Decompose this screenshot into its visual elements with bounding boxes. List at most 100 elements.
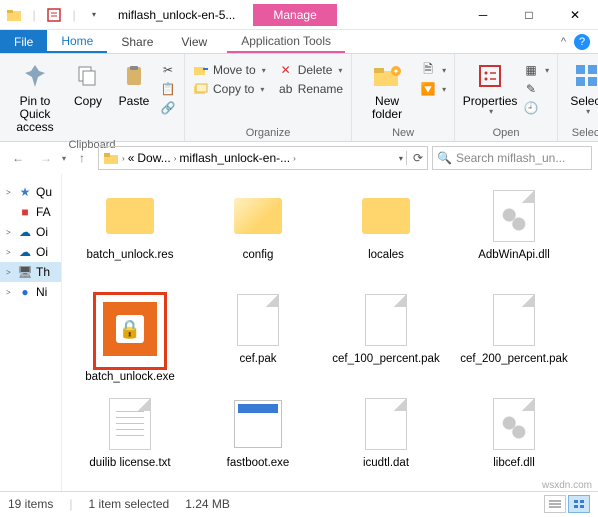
- breadcrumb[interactable]: › « Dow... › miflash_unlock-en-... › ▾ ⟳: [98, 146, 428, 170]
- sidebar-item-icon: 🖥: [18, 265, 32, 279]
- sidebar-item[interactable]: > 🖥 Th: [0, 262, 61, 282]
- history-icon: 🕘: [523, 100, 539, 116]
- file-thumbnail-icon: [358, 188, 414, 244]
- file-item[interactable]: AdbWinApi.dll: [450, 184, 578, 284]
- search-input[interactable]: 🔍 Search miflash_un...: [432, 146, 592, 170]
- copy-path-button[interactable]: 📋: [160, 81, 176, 97]
- breadcrumb-segment[interactable]: miflash_unlock-en-...: [179, 151, 290, 165]
- sidebar-item[interactable]: > ☁ Oi: [0, 222, 61, 242]
- file-item[interactable]: icudtl.dat: [322, 392, 450, 491]
- file-tab[interactable]: File: [0, 30, 47, 53]
- edit-button[interactable]: ✎: [523, 81, 549, 97]
- file-name-label: cef_100_percent.pak: [332, 352, 439, 366]
- qat-dropdown-icon[interactable]: ▾: [86, 7, 102, 23]
- collapse-ribbon-icon[interactable]: ^: [561, 36, 566, 48]
- breadcrumb-dropdown-icon[interactable]: ▾: [399, 154, 403, 163]
- ribbon-tabs: File Home Share View Application Tools ^…: [0, 30, 598, 54]
- select-button[interactable]: Select ▾: [566, 58, 598, 119]
- file-name-label: batch_unlock.exe: [85, 370, 175, 384]
- cut-button[interactable]: ✂: [160, 62, 176, 78]
- sidebar: > ★ Qu ■ FA> ☁ Oi> ☁ Oi> 🖥 Th> ● Ni: [0, 174, 62, 491]
- titlebar: | | ▾ miflash_unlock-en-5... Manage ─ □ …: [0, 0, 598, 30]
- recent-locations-icon[interactable]: ▾: [62, 154, 66, 163]
- status-bar: 19 items | 1 item selected 1.24 MB: [0, 491, 598, 515]
- pin-label: Pin to Quick access: [10, 95, 60, 135]
- sidebar-item[interactable]: > ● Ni: [0, 282, 61, 302]
- selection-count: 1 item selected: [88, 497, 169, 511]
- history-button[interactable]: 🕘: [523, 100, 549, 116]
- paste-button[interactable]: Paste: [114, 58, 154, 110]
- copy-button[interactable]: Copy: [68, 58, 108, 110]
- large-icons-view-button[interactable]: [568, 495, 590, 513]
- divider: |: [26, 7, 42, 23]
- properties-qat-icon[interactable]: [46, 7, 62, 23]
- paste-icon: [118, 60, 150, 92]
- forward-button[interactable]: →: [34, 146, 58, 170]
- new-group-label: New: [392, 125, 414, 139]
- select-group-label: Select: [572, 125, 598, 139]
- file-pane[interactable]: batch_unlock.res config locales AdbWinAp…: [62, 174, 598, 491]
- sidebar-item-label: Th: [36, 265, 50, 279]
- chevron-icon: >: [6, 268, 14, 277]
- share-tab[interactable]: Share: [107, 30, 167, 53]
- file-item[interactable]: fastboot.exe: [194, 392, 322, 491]
- easy-access-button[interactable]: 🔽▾: [420, 81, 446, 97]
- application-tools-tab[interactable]: Application Tools: [227, 30, 345, 53]
- file-item[interactable]: duilib license.txt: [66, 392, 194, 491]
- file-item[interactable]: cef_100_percent.pak: [322, 288, 450, 388]
- folder-icon: [6, 7, 22, 23]
- breadcrumb-segment[interactable]: Dow...: [137, 151, 170, 165]
- paste-shortcut-button[interactable]: 🔗: [160, 100, 176, 116]
- refresh-button[interactable]: ⟳: [406, 151, 423, 165]
- new-folder-label: New folder: [362, 95, 412, 121]
- delete-button[interactable]: ✕Delete▾: [278, 62, 343, 78]
- file-item[interactable]: 🔒 batch_unlock.exe: [66, 288, 194, 388]
- sidebar-item[interactable]: ■ FA: [0, 202, 61, 222]
- close-button[interactable]: ✕: [552, 0, 598, 29]
- file-item[interactable]: cef.pak: [194, 288, 322, 388]
- file-item[interactable]: cef_200_percent.pak: [450, 288, 578, 388]
- breadcrumb-segment[interactable]: «: [128, 151, 135, 165]
- item-count: 19 items: [8, 497, 53, 511]
- select-label: Select: [570, 95, 598, 108]
- properties-icon: [474, 60, 506, 92]
- file-name-label: cef.pak: [239, 352, 276, 366]
- rename-button[interactable]: abRename: [278, 81, 343, 97]
- properties-button[interactable]: Properties ▾: [463, 58, 517, 119]
- sidebar-item-icon: ●: [18, 285, 32, 299]
- svg-text:✦: ✦: [393, 67, 400, 76]
- move-to-icon: [193, 62, 209, 78]
- file-name-label: batch_unlock.res: [87, 248, 174, 262]
- pin-quick-access-button[interactable]: Pin to Quick access: [8, 58, 62, 137]
- easy-access-icon: 🔽: [420, 81, 436, 97]
- up-button[interactable]: ↑: [70, 146, 94, 170]
- new-item-button[interactable]: 🗎▾: [420, 62, 446, 78]
- details-view-button[interactable]: [544, 495, 566, 513]
- sidebar-item[interactable]: > ★ Qu: [0, 182, 61, 202]
- sidebar-item-label: Oi: [36, 225, 48, 239]
- minimize-button[interactable]: ─: [460, 0, 506, 29]
- help-icon[interactable]: ?: [574, 34, 590, 50]
- file-thumbnail-icon: [230, 396, 286, 452]
- cut-icon: ✂: [160, 62, 176, 78]
- sidebar-item[interactable]: > ☁ Oi: [0, 242, 61, 262]
- file-item[interactable]: config: [194, 184, 322, 284]
- sidebar-item-icon: ☁: [18, 245, 32, 259]
- maximize-button[interactable]: □: [506, 0, 552, 29]
- edit-icon: ✎: [523, 81, 539, 97]
- copy-to-button[interactable]: Copy to▾: [193, 81, 266, 97]
- new-folder-button[interactable]: ✦ New folder: [360, 58, 414, 123]
- file-item[interactable]: libcef.dll: [450, 392, 578, 491]
- file-name-label: fastboot.exe: [227, 456, 290, 470]
- file-name-label: AdbWinApi.dll: [478, 248, 550, 262]
- copy-to-icon: [193, 81, 209, 97]
- move-to-button[interactable]: Move to▾: [193, 62, 266, 78]
- organize-group: Move to▾ Copy to▾ ✕Delete▾ abRename Orga…: [185, 54, 352, 141]
- back-button[interactable]: ←: [6, 146, 30, 170]
- open-item-button[interactable]: ▦▾: [523, 62, 549, 78]
- file-item[interactable]: batch_unlock.res: [66, 184, 194, 284]
- view-tab[interactable]: View: [167, 30, 221, 53]
- home-tab[interactable]: Home: [47, 30, 107, 53]
- file-item[interactable]: locales: [322, 184, 450, 284]
- new-item-icon: 🗎: [420, 62, 436, 78]
